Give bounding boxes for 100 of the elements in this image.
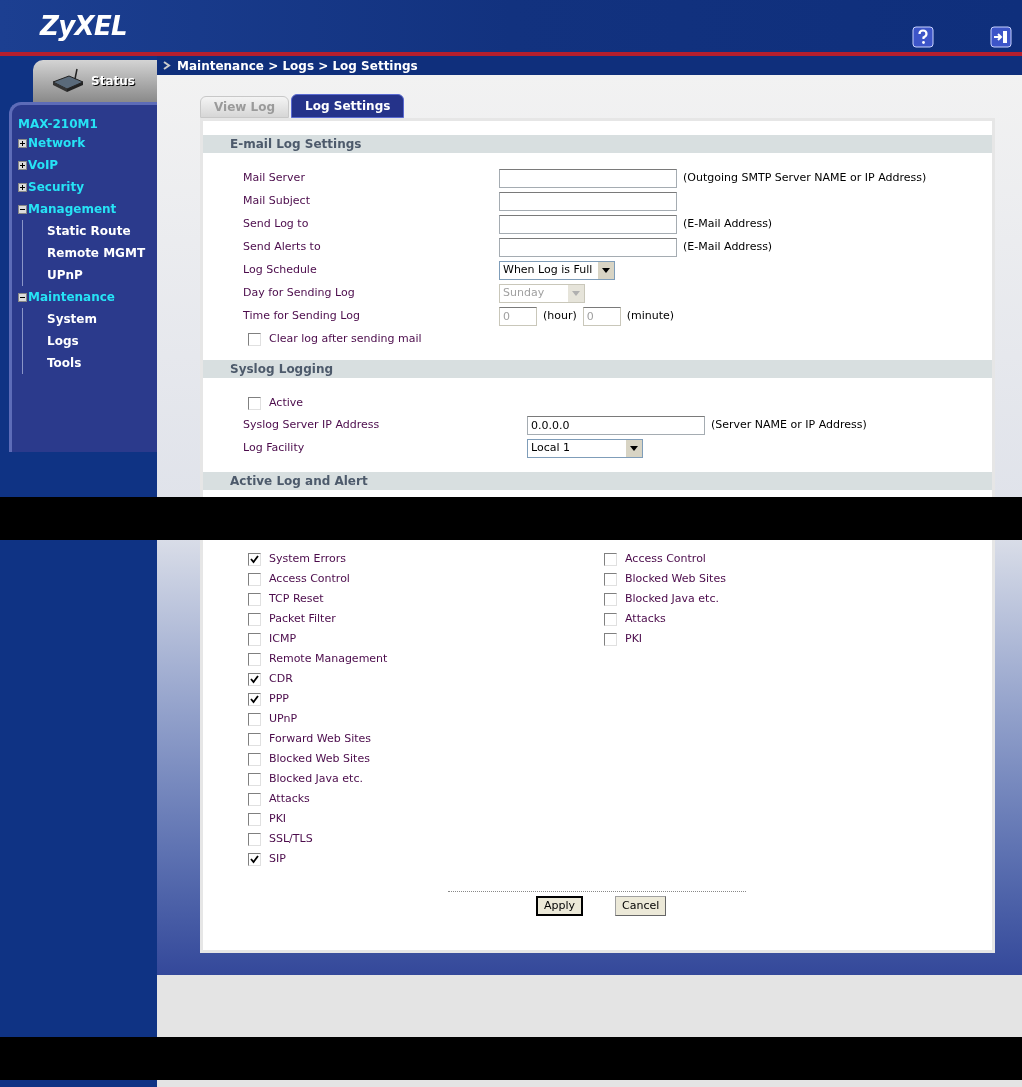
nav-subitem[interactable]: Static Route	[47, 222, 131, 240]
checkbox[interactable]	[248, 752, 261, 766]
checkbox-label: Access Control	[269, 570, 350, 587]
checkbox-label: Access Control	[625, 550, 706, 567]
checkbox[interactable]	[248, 332, 261, 346]
checkbox[interactable]	[248, 552, 261, 566]
logo: ZyXEL	[40, 9, 127, 43]
checkbox[interactable]	[604, 632, 617, 646]
checkmark-icon	[250, 554, 259, 564]
field-hint: (E-Mail Address)	[683, 239, 773, 256]
checkbox[interactable]	[248, 612, 261, 626]
checkbox-label: PKI	[625, 630, 643, 647]
form-button[interactable]: Apply	[536, 896, 584, 916]
checkbox[interactable]	[248, 572, 261, 586]
logout-icon[interactable]	[990, 26, 1012, 48]
field-hint: (Server NAME or IP Address)	[711, 417, 867, 434]
checkbox-label: SSL/TLS	[269, 830, 313, 847]
checkbox-label: Blocked Java etc.	[269, 770, 363, 787]
caret-icon	[568, 285, 584, 302]
checkbox-label: ICMP	[269, 630, 297, 647]
nav-item[interactable]: Network	[28, 134, 86, 152]
nav-subitem[interactable]: System	[47, 310, 97, 328]
checkbox-label: CDR	[269, 670, 293, 687]
plus-box-icon[interactable]	[18, 138, 27, 148]
nav-subitem[interactable]: Tools	[47, 354, 82, 372]
checkbox[interactable]	[604, 592, 617, 606]
minus-box-icon[interactable]	[18, 204, 27, 214]
field-label: Log Schedule	[243, 262, 318, 279]
checkbox-label: UPnP	[269, 710, 298, 727]
router-icon	[51, 68, 85, 94]
checkbox[interactable]	[604, 612, 617, 626]
input-field[interactable]: 0.0.0.0	[527, 416, 705, 435]
nav-item[interactable]: Maintenance	[28, 288, 115, 306]
unit-label: (minute)	[626, 308, 675, 325]
section-header: Active Log and Alert	[203, 472, 992, 490]
field-label: Send Alerts to	[243, 239, 322, 256]
caret-icon	[626, 440, 642, 457]
status-label: Status	[91, 73, 135, 90]
nav-item[interactable]: VoIP	[28, 156, 59, 174]
checkbox-label: Attacks	[269, 790, 310, 807]
help-icon[interactable]	[912, 26, 934, 48]
dropdown[interactable]: Local 1	[527, 439, 643, 458]
breadcrumb: Maintenance > Logs > Log Settings	[177, 57, 418, 75]
field-label: Send Log to	[243, 216, 310, 233]
checkbox[interactable]	[248, 772, 261, 786]
checkbox[interactable]	[248, 592, 261, 606]
nav-subitem[interactable]: Logs	[47, 332, 79, 350]
tab[interactable]: Log Settings	[291, 94, 405, 118]
field-label: Time for Sending Log	[243, 308, 361, 325]
checkbox[interactable]	[248, 692, 261, 706]
field-hint: (Outgoing SMTP Server NAME or IP Address)	[683, 170, 927, 187]
checkbox[interactable]	[248, 396, 261, 410]
checkbox-label: Active	[269, 394, 304, 411]
input-field[interactable]	[499, 169, 677, 188]
checkbox-label: Blocked Web Sites	[625, 570, 726, 587]
minus-box-icon[interactable]	[18, 292, 27, 302]
checkbox[interactable]	[248, 672, 261, 686]
dropdown[interactable]: When Log is Full	[499, 261, 615, 280]
checkbox-label: TCP Reset	[269, 590, 324, 607]
checkbox-label: PPP	[269, 690, 289, 707]
checkbox-label: Remote Management	[269, 650, 388, 667]
checkbox[interactable]	[248, 712, 261, 726]
checkmark-icon	[250, 854, 259, 864]
checkbox[interactable]	[604, 572, 617, 586]
nav-item[interactable]: Security	[28, 178, 85, 196]
field-label: Mail Subject	[243, 193, 311, 210]
checkbox-label: Packet Filter	[269, 610, 336, 627]
field-label: Mail Server	[243, 170, 306, 187]
checkbox-label: Attacks	[625, 610, 666, 627]
unit-label: (hour)	[543, 308, 577, 325]
field-label: Syslog Server IP Address	[243, 417, 381, 434]
checkbox-label: PKI	[269, 810, 287, 827]
checkbox-label: SIP	[269, 850, 286, 867]
checkbox[interactable]	[248, 812, 261, 826]
section-header: Syslog Logging	[203, 360, 992, 378]
checkbox-label: Forward Web Sites	[269, 730, 372, 747]
input-field[interactable]	[499, 192, 677, 211]
caret-icon	[598, 262, 614, 279]
field-label: Log Facility	[243, 440, 306, 457]
nav-subitem[interactable]: UPnP	[47, 266, 83, 284]
checkbox-label: Blocked Web Sites	[269, 750, 370, 767]
checkbox[interactable]	[248, 852, 261, 866]
device-name: MAX-210M1	[18, 117, 99, 132]
field-hint: (E-Mail Address)	[683, 216, 773, 233]
nav-item[interactable]: Management	[28, 200, 117, 218]
plus-box-icon[interactable]	[18, 182, 27, 192]
checkbox[interactable]	[248, 732, 261, 746]
input-field[interactable]	[499, 238, 677, 257]
checkbox-label: Clear log after sending mail	[269, 330, 422, 347]
checkbox[interactable]	[604, 552, 617, 566]
checkbox[interactable]	[248, 652, 261, 666]
checkbox[interactable]	[248, 792, 261, 806]
input-field[interactable]	[499, 215, 677, 234]
checkbox-label: Blocked Java etc.	[625, 590, 719, 607]
checkbox[interactable]	[248, 632, 261, 646]
form-button[interactable]: Cancel	[615, 896, 667, 916]
checkbox[interactable]	[248, 832, 261, 846]
plus-box-icon[interactable]	[18, 160, 27, 170]
nav-subitem[interactable]: Remote MGMT	[47, 244, 146, 262]
field-label: Day for Sending Log	[243, 285, 356, 302]
